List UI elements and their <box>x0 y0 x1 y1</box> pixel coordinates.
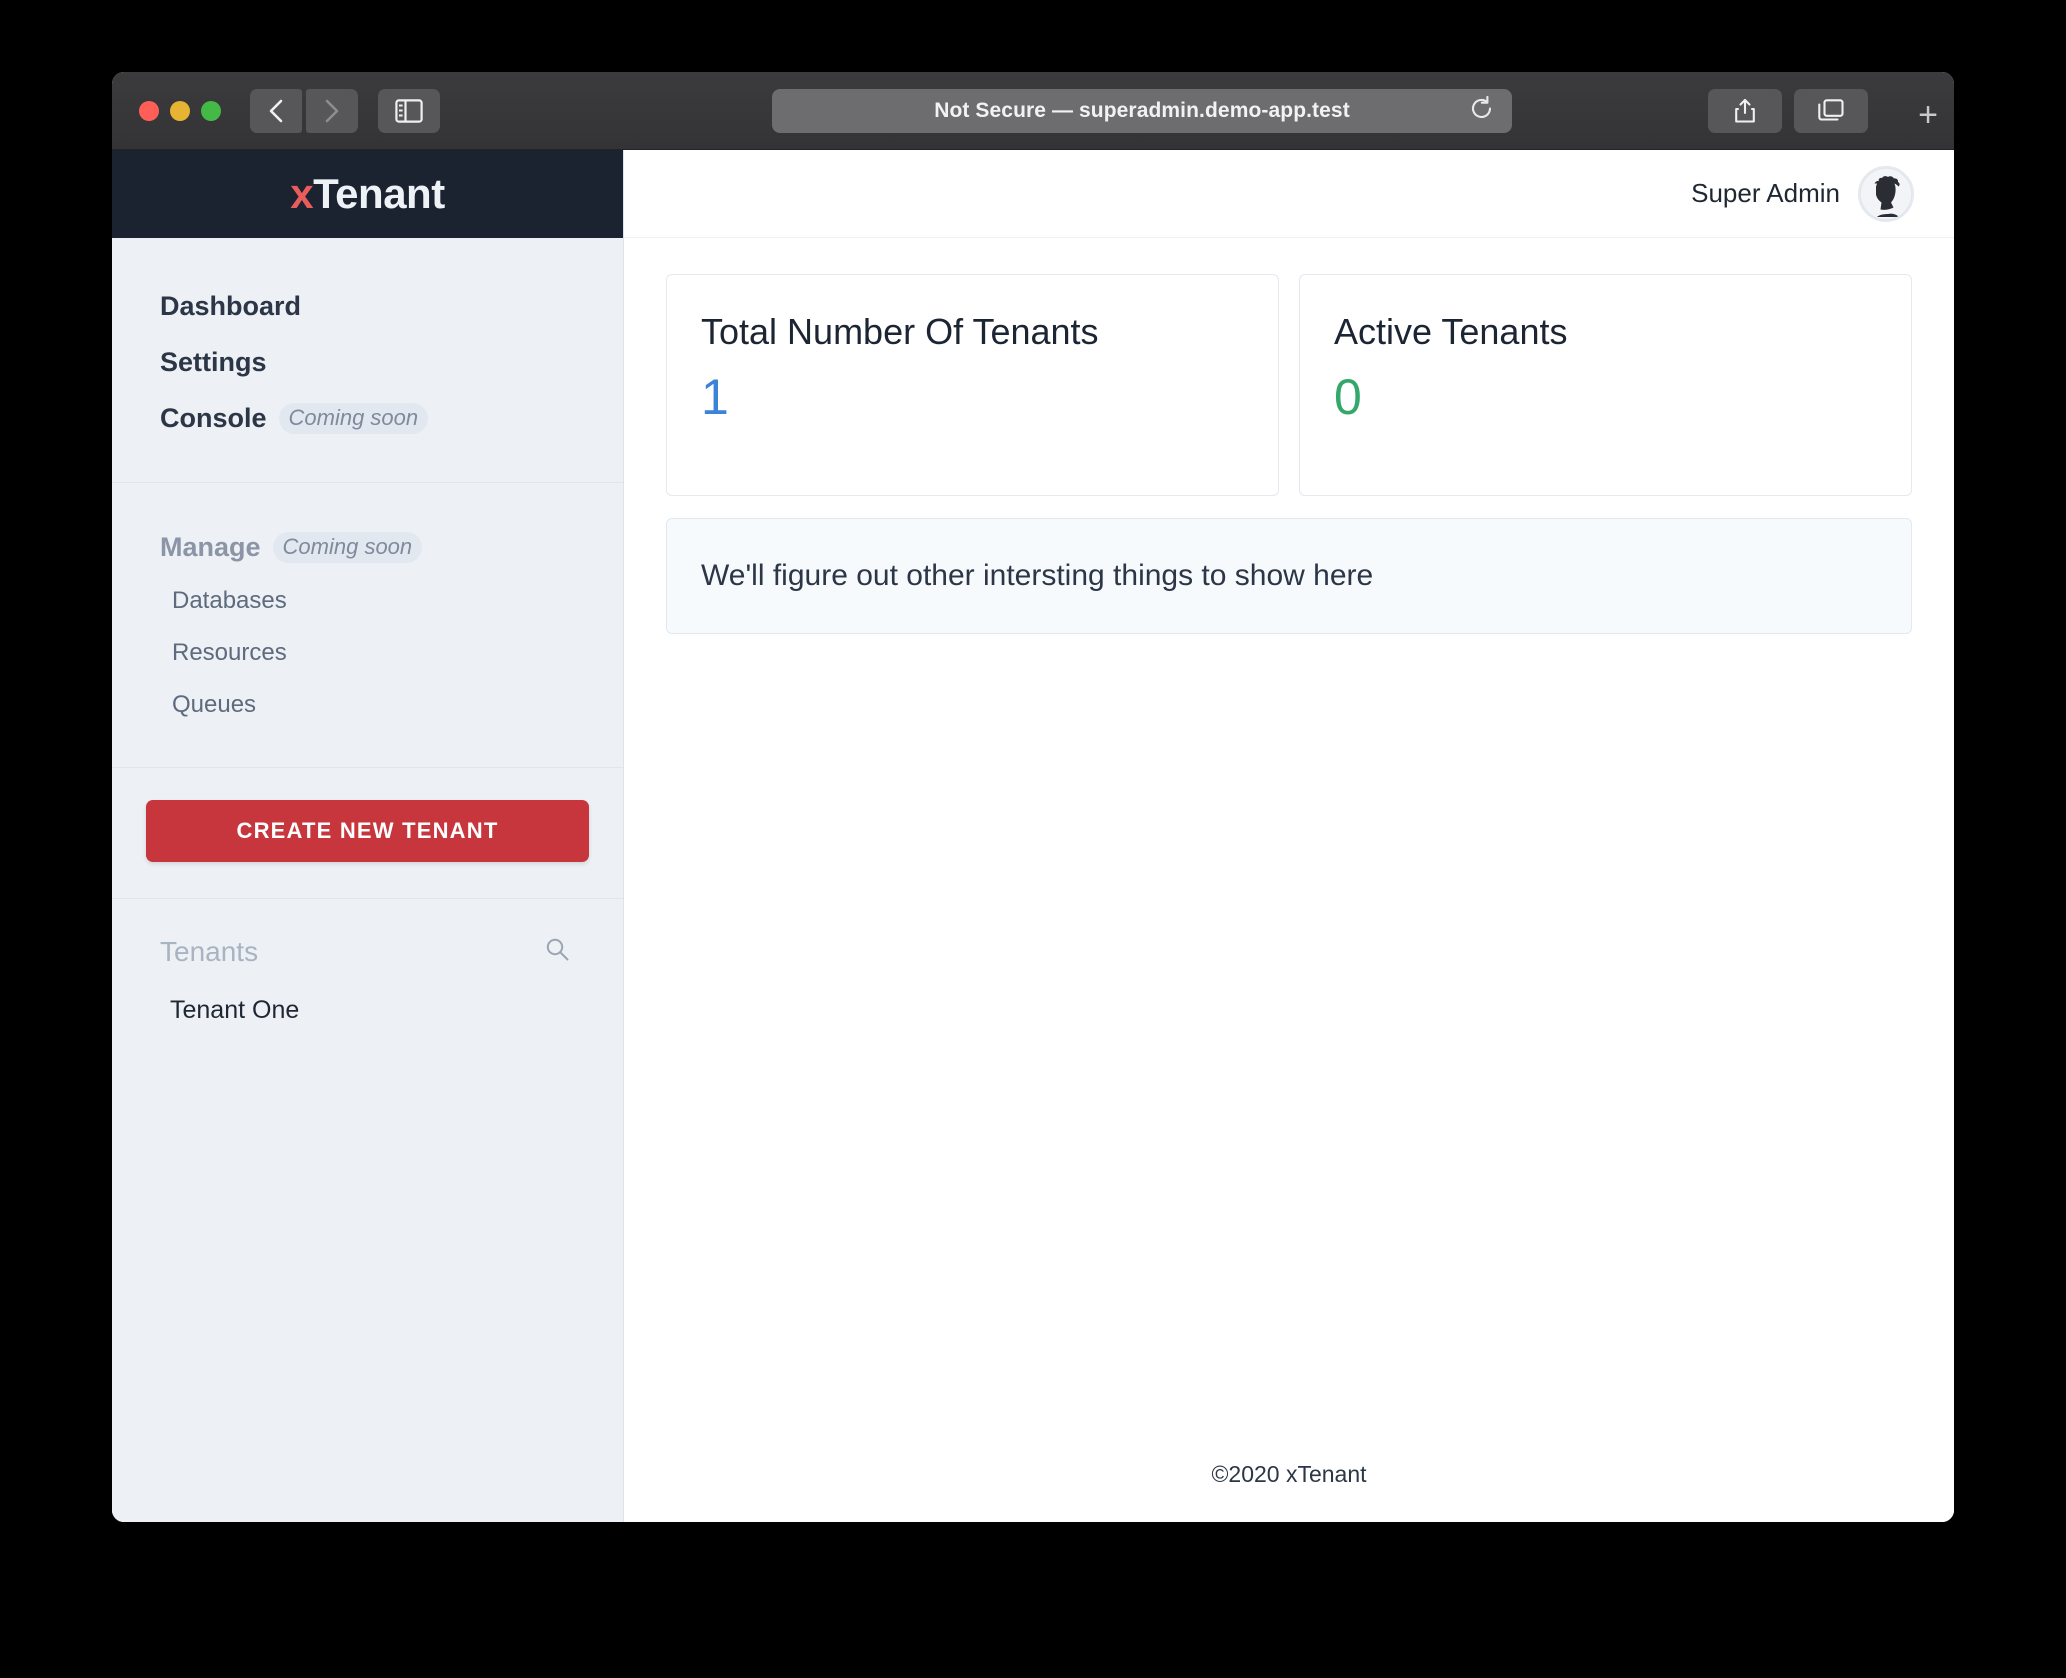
main-content: Super Admin Total Number Of Tenants 1 Ac… <box>624 150 1954 1522</box>
sidebar-item-console[interactable]: Console Coming soon <box>112 390 623 446</box>
reload-icon <box>1471 95 1492 118</box>
chevron-left-icon <box>269 99 283 122</box>
sidebar-primary-nav: Dashboard Settings Console Coming soon <box>112 238 623 483</box>
sidebar-item-queues[interactable]: Queues <box>112 679 623 731</box>
sidebar-toggle-button[interactable] <box>378 88 440 133</box>
create-new-tenant-button[interactable]: CREATE NEW TENANT <box>146 800 589 862</box>
stat-cards: Total Number Of Tenants 1 Active Tenants… <box>666 274 1912 496</box>
tab-overview-icon <box>1818 99 1844 121</box>
tenants-section-header: Tenants <box>112 899 623 968</box>
sidebar-item-resources[interactable]: Resources <box>112 627 623 679</box>
create-tenant-section: CREATE NEW TENANT <box>112 768 623 899</box>
url-text: Not Secure — superadmin.demo-app.test <box>934 99 1350 122</box>
new-tab-button[interactable]: + <box>1918 98 1938 132</box>
chevron-right-icon <box>325 99 339 122</box>
sidebar-item-settings[interactable]: Settings <box>112 334 623 390</box>
sidebar-item-label: Settings <box>160 346 267 377</box>
dashboard-content: Total Number Of Tenants 1 Active Tenants… <box>624 238 1954 1522</box>
current-user-name: Super Admin <box>1691 178 1840 208</box>
sidebar-subitem-label: Queues <box>172 691 257 718</box>
back-button[interactable] <box>250 88 302 133</box>
sidebar-item-label: Manage <box>160 531 261 562</box>
tenant-name: Tenant One <box>170 996 300 1024</box>
sidebar-subitem-label: Resources <box>172 639 287 666</box>
forward-button[interactable] <box>306 88 358 133</box>
close-window-button[interactable] <box>139 100 159 121</box>
top-bar: Super Admin <box>624 150 1954 238</box>
list-item[interactable]: Tenant One <box>112 968 623 1025</box>
stat-card-active-tenants: Active Tenants 0 <box>1299 274 1912 496</box>
logo-text: xTenant <box>290 170 445 218</box>
app-body: xTenant Dashboard Settings Console Comin… <box>112 150 1954 1522</box>
maximize-window-button[interactable] <box>201 100 221 121</box>
search-icon <box>546 938 569 961</box>
sidebar-item-dashboard[interactable]: Dashboard <box>112 278 623 334</box>
sidebar-item-label: Console <box>160 402 267 433</box>
search-tenants-button[interactable] <box>543 935 571 968</box>
user-avatar-icon <box>1859 166 1913 221</box>
stat-card-total-tenants: Total Number Of Tenants 1 <box>666 274 1279 496</box>
sidebar-toggle-icon <box>395 98 423 123</box>
share-icon <box>1735 98 1755 123</box>
sidebar-manage-nav: Manage Coming soon Databases Resources Q… <box>112 483 623 768</box>
app-logo[interactable]: xTenant <box>112 150 623 238</box>
stat-card-title: Active Tenants <box>1334 311 1568 352</box>
sidebar-subitem-label: Databases <box>172 587 287 614</box>
sidebar-item-label: Dashboard <box>160 290 302 321</box>
logo-x: x <box>290 170 314 217</box>
window-controls <box>139 100 221 121</box>
info-panel-text: We'll figure out other intersting things… <box>701 559 1374 592</box>
stat-card-value: 0 <box>1334 369 1362 425</box>
sidebar-item-manage[interactable]: Manage Coming soon <box>112 519 623 575</box>
screen: Not Secure — superadmin.demo-app.test + … <box>0 0 2066 1678</box>
sidebar-item-databases[interactable]: Databases <box>112 575 623 627</box>
tab-overview-button[interactable] <box>1794 89 1868 133</box>
copyright-text: ©2020 xTenant <box>1211 1461 1367 1487</box>
stat-card-title: Total Number Of Tenants <box>701 311 1099 352</box>
share-button[interactable] <box>1708 89 1782 133</box>
reload-button[interactable] <box>1470 95 1494 127</box>
sidebar: xTenant Dashboard Settings Console Comin… <box>112 150 624 1522</box>
info-panel: We'll figure out other intersting things… <box>666 518 1912 634</box>
minimize-window-button[interactable] <box>170 100 190 121</box>
footer: ©2020 xTenant <box>666 1439 1912 1522</box>
address-bar[interactable]: Not Secure — superadmin.demo-app.test <box>772 89 1512 133</box>
logo-rest: Tenant <box>313 170 445 217</box>
stat-card-value: 1 <box>701 369 729 425</box>
tenants-heading: Tenants <box>160 935 259 967</box>
coming-soon-badge: Coming soon <box>272 531 423 563</box>
browser-toolbar: Not Secure — superadmin.demo-app.test + <box>112 72 1954 150</box>
toolbar-right <box>1708 89 1868 133</box>
navigation-buttons <box>250 88 358 133</box>
coming-soon-badge: Coming soon <box>278 402 429 434</box>
avatar[interactable] <box>1858 165 1914 222</box>
browser-window: Not Secure — superadmin.demo-app.test + … <box>112 72 1954 1522</box>
